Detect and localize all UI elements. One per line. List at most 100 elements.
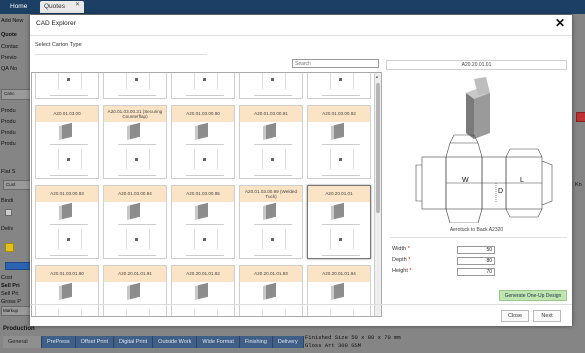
carton-card[interactable]: A20.01.03.00.92 <box>307 105 371 179</box>
carton-card[interactable]: A20.20.01.01.94 <box>307 265 371 316</box>
carton-card[interactable]: A20.01.03.00.99 (Welded Tuck) <box>239 185 303 259</box>
carton-dieline-icon <box>254 304 292 316</box>
tab-home[interactable]: Home <box>5 1 32 13</box>
carton-box-icon <box>130 122 140 140</box>
carton-dieline-icon <box>50 73 88 96</box>
scroll-up-icon[interactable]: ▲ <box>375 74 379 79</box>
sidebar-label: Produ <box>1 141 16 147</box>
tab-general[interactable]: General <box>3 336 42 348</box>
carton-dieline-icon <box>50 304 88 316</box>
search-input[interactable] <box>292 59 379 68</box>
carton-card[interactable]: A20.01.03.00.31 (Securing Counterflap) <box>103 105 167 179</box>
carton-thumbnail <box>172 202 234 260</box>
tab-delivery[interactable]: Delivery <box>272 336 304 348</box>
carton-card[interactable]: A20.01.03.00 <box>35 105 99 179</box>
customer-select[interactable]: Cust <box>3 180 31 190</box>
carton-box-icon <box>198 282 208 300</box>
carton-dieline-icon <box>322 224 360 256</box>
tab-wide-format[interactable]: Wide Format <box>197 336 240 348</box>
depth-input[interactable] <box>457 257 495 265</box>
carton-card[interactable]: A20.20.01.01.93 <box>239 265 303 316</box>
carton-card[interactable]: A20.20.01.01.92 <box>171 265 235 316</box>
sidebar-label: Previo <box>1 55 17 61</box>
app-top-bar: Home Quotes ✕ <box>0 0 585 14</box>
carton-card-label: A20.01.03.00.95 <box>172 186 234 202</box>
preview-header: A20.20.01.01 <box>386 60 567 70</box>
carton-card[interactable]: A20.20.01.01.91 <box>103 265 167 316</box>
carton-grid: A20.01.03.00 A20.01.03.00.31 (Securing Co… <box>31 72 382 317</box>
close-icon[interactable]: ✕ <box>555 16 565 30</box>
scroll-thumb[interactable] <box>376 83 380 213</box>
carton-card[interactable]: A20.01.03.01.90 <box>35 265 99 316</box>
carton-dieline-icon <box>118 304 156 316</box>
height-input[interactable] <box>457 268 495 276</box>
cost-bar <box>5 262 33 270</box>
carton-card[interactable]: A20.01.03.00.95 <box>171 185 235 259</box>
section-divider <box>35 54 207 55</box>
carton-card[interactable] <box>103 73 167 99</box>
sidebar-label: Cost <box>1 275 13 281</box>
sidebar-label: Deliv <box>1 226 14 232</box>
carton-box-icon <box>62 122 72 140</box>
app-bottom-section: Production General PrePress Offset Print… <box>0 326 585 353</box>
carton-card[interactable]: A20.01.03.00.94 <box>103 185 167 259</box>
close-button[interactable]: Close <box>501 310 529 322</box>
binding-checkbox[interactable] <box>5 209 12 216</box>
carton-dieline-icon <box>322 144 360 176</box>
carton-card[interactable] <box>307 73 371 99</box>
tab-outside-work[interactable]: Outside Work <box>153 336 198 348</box>
sidebar-label: Quote <box>1 32 17 38</box>
carton-box-icon <box>130 282 140 300</box>
carton-card[interactable]: A20.20.01.01 <box>307 185 371 259</box>
app-sidebar: Add New Quote Contac Previo QA No Canc P… <box>0 14 33 326</box>
markup-field[interactable]: Markup <box>1 306 31 316</box>
dim-label-l: L <box>520 177 524 184</box>
next-button[interactable]: Next <box>533 310 561 322</box>
carton-card-label: A20.01.03.00.99 (Welded Tuck) <box>240 186 302 202</box>
carton-thumbnail <box>172 282 234 316</box>
generate-one-up-button[interactable]: Generate One-Up Design <box>499 290 567 301</box>
carton-thumbnail <box>240 202 302 260</box>
carton-card[interactable] <box>171 73 235 99</box>
stock-text: Gloss Art 300 GSM <box>305 342 362 349</box>
tab-offset-print[interactable]: Offset Print <box>75 336 115 348</box>
sidebar-label[interactable]: Add New <box>1 18 23 24</box>
carton-card-label: A20.01.03.00.93 <box>36 186 98 202</box>
tab-digital-print[interactable]: Digital Print <box>114 336 154 348</box>
carton-thumbnail <box>104 202 166 260</box>
box-3d-illustration <box>466 77 490 139</box>
carton-thumbnail <box>172 122 234 180</box>
carton-thumbnail <box>104 122 166 180</box>
carton-box-icon <box>266 122 276 140</box>
carton-card-label: A20.01.03.00.92 <box>308 106 370 122</box>
carton-dieline-icon <box>186 304 224 316</box>
carton-dieline-icon <box>50 144 88 176</box>
carton-card[interactable]: A20.01.03.00.93 <box>35 185 99 259</box>
app-right-panel: Kn <box>572 14 585 326</box>
width-input[interactable] <box>457 246 495 254</box>
depth-label: Depth * <box>392 257 411 263</box>
carton-card-label: A20.20.01.01.94 <box>308 266 370 282</box>
carton-card[interactable] <box>239 73 303 99</box>
tab-close-icon[interactable]: ✕ <box>75 1 80 8</box>
carton-card[interactable]: A20.01.03.00.91 <box>239 105 303 179</box>
carton-dieline-icon <box>254 144 292 176</box>
cancel-button[interactable]: Canc <box>1 89 31 100</box>
carton-box-icon <box>334 282 344 300</box>
carton-box-icon <box>130 202 140 220</box>
sidebar-label: Produ <box>1 108 16 114</box>
alert-icon[interactable] <box>576 112 585 122</box>
grid-scrollbar[interactable]: ▲ <box>374 73 381 316</box>
carton-thumbnail <box>36 122 98 180</box>
height-label: Height * <box>392 268 412 274</box>
sidebar-label: Gross P <box>1 299 21 305</box>
carton-card[interactable] <box>35 73 99 99</box>
carton-thumbnail <box>240 282 302 316</box>
carton-card[interactable]: A20.01.03.00.90 <box>171 105 235 179</box>
tab-finishing[interactable]: Finishing <box>239 336 273 348</box>
carton-card-label: A20.01.03.00 <box>36 106 98 122</box>
delivery-icon[interactable] <box>5 243 14 252</box>
carton-dieline-icon <box>254 224 292 256</box>
dieline-diagram <box>415 134 553 223</box>
tab-prepress[interactable]: PrePress <box>42 336 76 348</box>
